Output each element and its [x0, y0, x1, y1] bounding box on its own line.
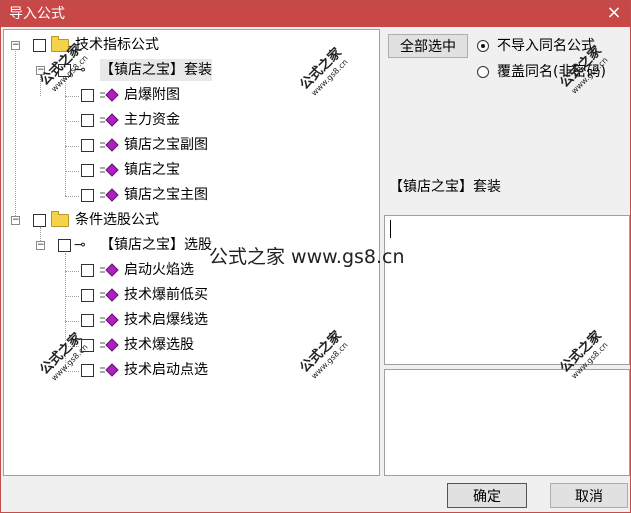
folder-icon [51, 211, 69, 227]
select-all-button[interactable]: 全部选中 [388, 34, 468, 58]
window-title: 导入公式 [9, 6, 65, 22]
tree-item-label: 主力资金 [124, 112, 180, 128]
formula-diamond-icon [100, 138, 119, 152]
tree-item-label: 技术启爆线选 [124, 312, 208, 328]
title-bar[interactable]: 导入公式 × [1, 1, 630, 27]
formula-diamond-icon [100, 88, 119, 102]
selected-formula-name: 【镇店之宝】套装 [389, 179, 501, 195]
tree-group-label: 条件选股公式 [75, 212, 159, 228]
formula-notes-textbox[interactable] [384, 369, 630, 476]
tree-item-label: 技术爆前低买 [124, 287, 208, 303]
tree-suite-label: 【镇店之宝】选股 [100, 237, 212, 253]
tree-group-label: 技术指标公式 [75, 37, 159, 53]
close-icon[interactable]: × [604, 3, 624, 23]
tree-checkbox[interactable] [81, 139, 94, 152]
tree-item-label: 镇店之宝主图 [124, 187, 208, 203]
tree-item-label: 启爆附图 [124, 87, 180, 103]
tree-item-label: 技术启动点选 [124, 362, 208, 378]
tree-item-label: 技术爆选股 [124, 337, 194, 353]
formula-diamond-icon [100, 288, 119, 302]
tree-formula-item[interactable]: 镇店之宝 [4, 159, 379, 181]
radio-label: 不导入同名公式 [497, 38, 595, 54]
tree-checkbox[interactable] [81, 89, 94, 102]
formula-diamond-icon [100, 188, 119, 202]
tree-formula-item[interactable]: 主力资金 [4, 109, 379, 131]
tree-checkbox[interactable] [81, 314, 94, 327]
tree-group-node[interactable]: − 技术指标公式 [4, 34, 379, 56]
tree-checkbox[interactable] [81, 164, 94, 177]
cancel-button[interactable]: 取消 [550, 483, 628, 508]
tree-formula-item[interactable]: 镇店之宝副图 [4, 134, 379, 156]
formula-diamond-icon [100, 313, 119, 327]
formula-diamond-icon [100, 113, 119, 127]
collapse-toggle-icon[interactable]: − [36, 241, 45, 250]
import-formula-dialog: 导入公式 × − 技术指标公式 − ⊸ 【镇店之宝】套装 启爆附图 主力资金 镇… [0, 0, 631, 513]
tree-checkbox[interactable] [81, 114, 94, 127]
tree-suite-label: 【镇店之宝】套装 [100, 59, 212, 81]
formula-diamond-icon [100, 363, 119, 377]
tree-item-label: 启动火焰选 [124, 262, 194, 278]
ok-button[interactable]: 确定 [447, 483, 527, 508]
radio-button[interactable] [477, 66, 489, 78]
tree-item-label: 镇店之宝副图 [124, 137, 208, 153]
tree-formula-item[interactable]: 技术爆前低买 [4, 284, 379, 306]
tree-checkbox[interactable] [33, 39, 46, 52]
tree-checkbox[interactable] [81, 189, 94, 202]
tree-checkbox[interactable] [81, 289, 94, 302]
formula-diamond-icon [100, 163, 119, 177]
radio-button[interactable] [477, 40, 489, 52]
tree-checkbox[interactable] [81, 264, 94, 277]
tree-checkbox[interactable] [81, 364, 94, 377]
tree-checkbox[interactable] [33, 214, 46, 227]
tree-formula-item[interactable]: 镇店之宝主图 [4, 184, 379, 206]
tree-group-node[interactable]: − 条件选股公式 [4, 209, 379, 231]
formula-diamond-icon [100, 338, 119, 352]
collapse-toggle-icon[interactable]: − [11, 216, 20, 225]
collapse-toggle-icon[interactable]: − [11, 41, 20, 50]
tree-checkbox[interactable] [58, 239, 71, 252]
text-caret [390, 220, 391, 238]
tree-formula-item[interactable]: 技术启爆线选 [4, 309, 379, 331]
tree-item-label: 镇店之宝 [124, 162, 180, 178]
key-icon: ⊸ [74, 237, 86, 253]
center-watermark: 公式之家 www.gs8.cn [209, 246, 405, 268]
formula-diamond-icon [100, 263, 119, 277]
